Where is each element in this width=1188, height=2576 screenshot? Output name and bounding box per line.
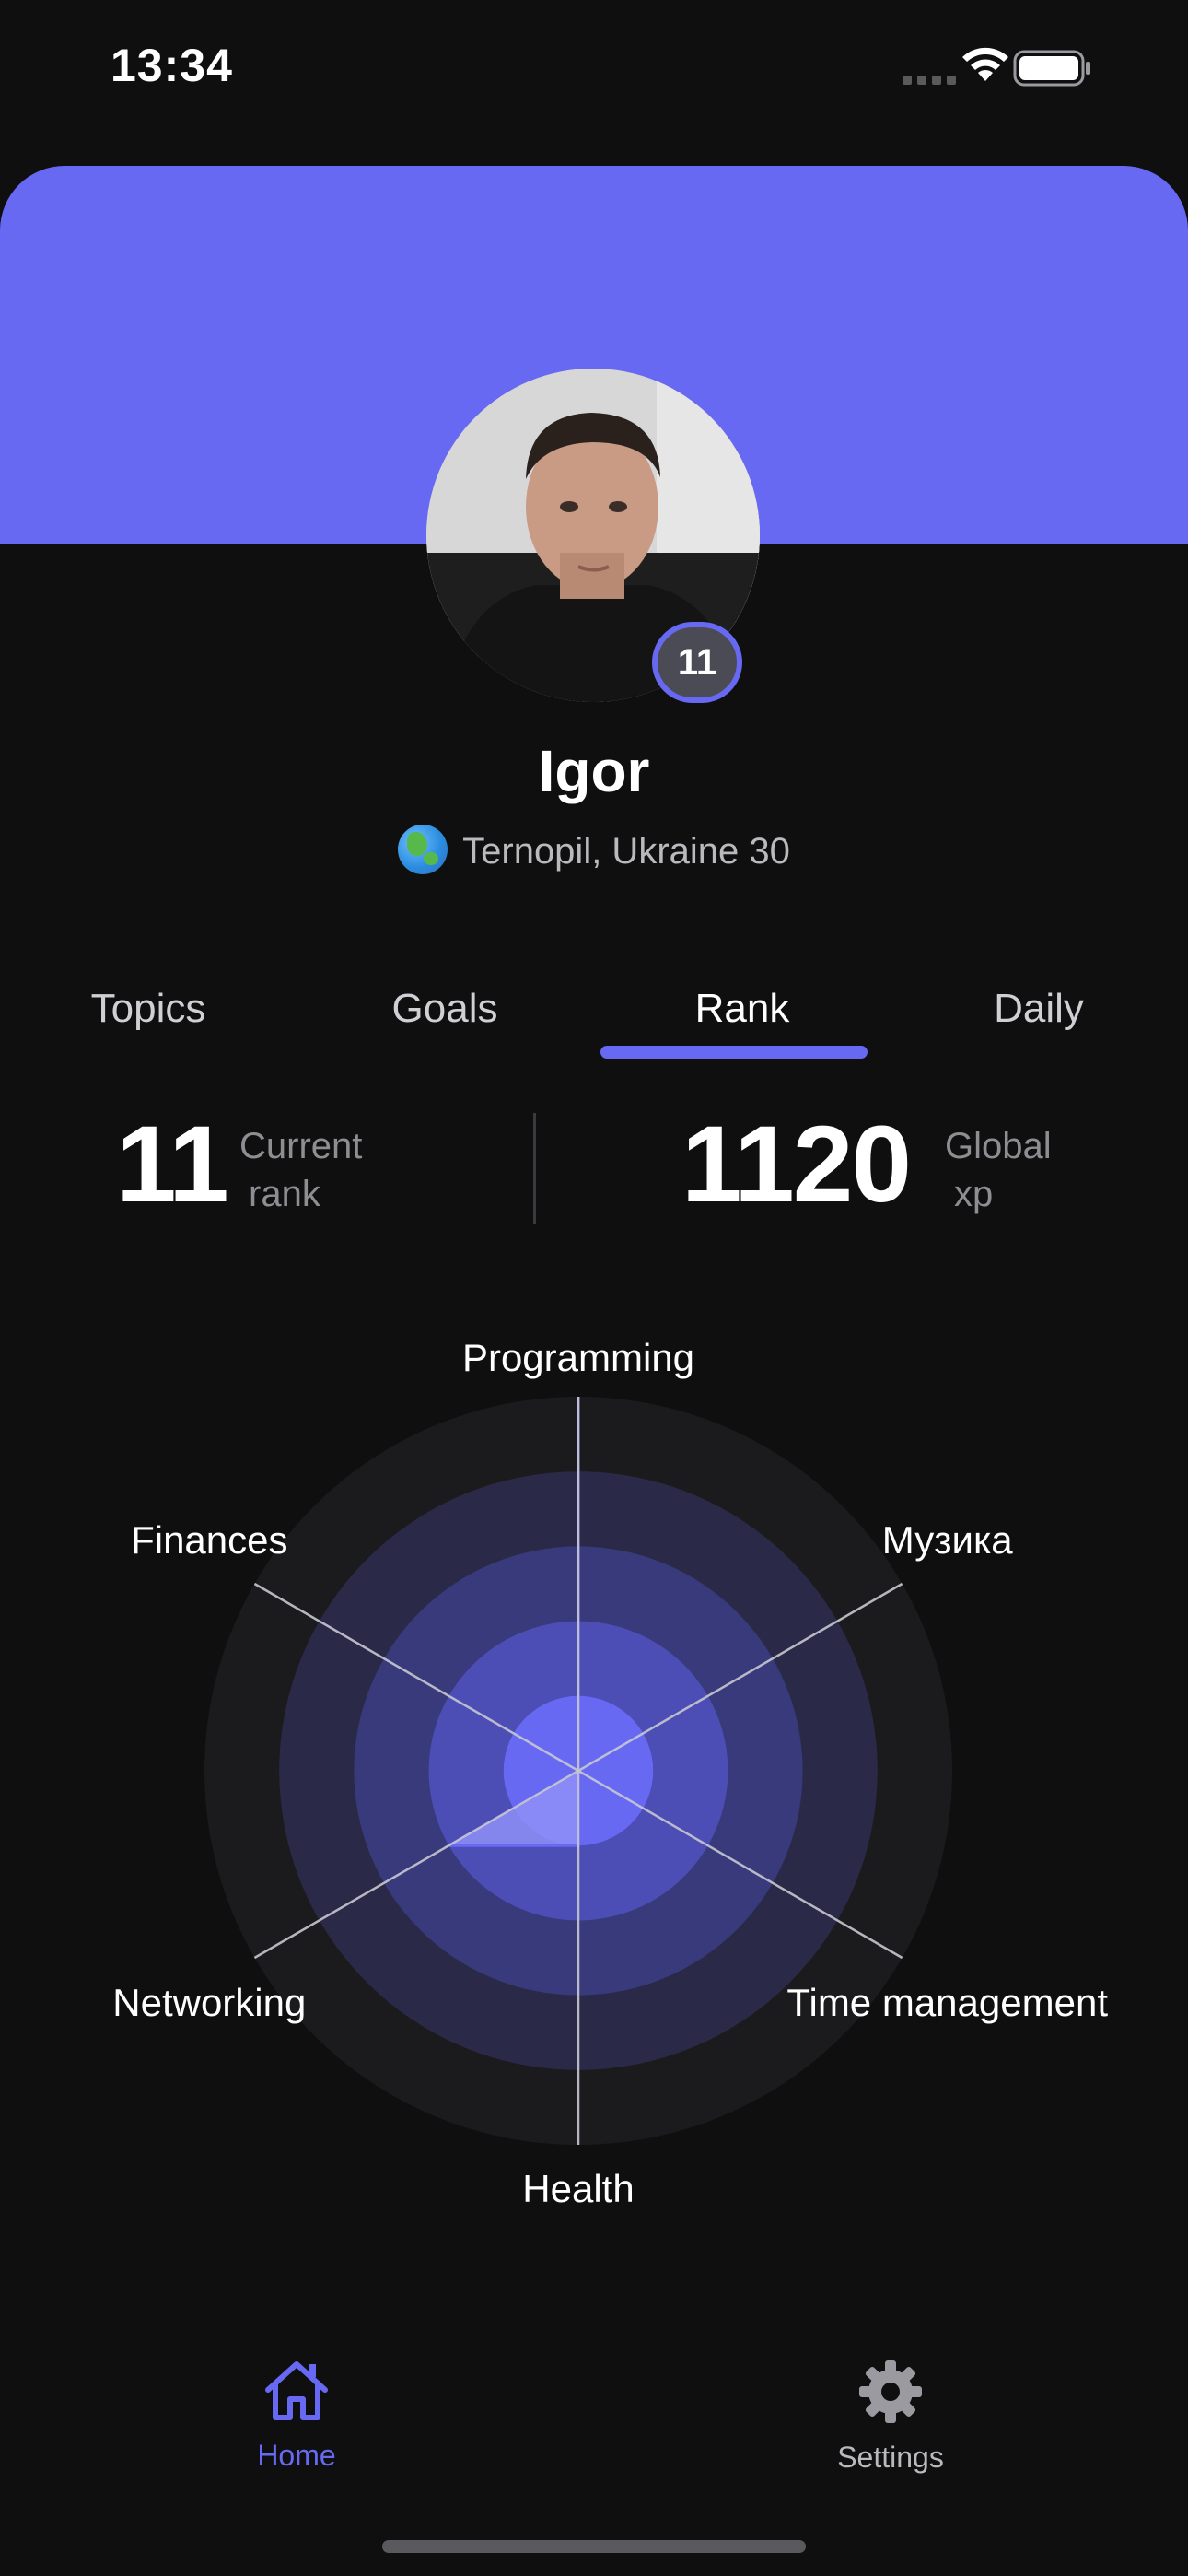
nav-settings[interactable]: Settings bbox=[780, 2359, 1001, 2475]
tab-goals[interactable]: Goals bbox=[392, 986, 498, 1032]
wifi-icon bbox=[962, 47, 1008, 81]
radar-category-label: Programming bbox=[462, 1336, 694, 1379]
nav-home-label: Home bbox=[257, 2439, 336, 2472]
radar-category-label: Time management bbox=[786, 1981, 1108, 2024]
nav-settings-label: Settings bbox=[837, 2441, 944, 2474]
radar-category-label: Networking bbox=[112, 1981, 306, 2024]
nav-home[interactable]: Home bbox=[186, 2359, 407, 2473]
tab-daily[interactable]: Daily bbox=[994, 986, 1084, 1032]
radar-category-label: Finances bbox=[131, 1518, 287, 1562]
battery-icon bbox=[1013, 50, 1090, 87]
status-time: 13:34 bbox=[111, 40, 233, 91]
home-indicator bbox=[382, 2540, 806, 2553]
global-xp-label: Global xp bbox=[945, 1126, 1052, 1214]
skills-radar-chart: Programming Музика Time management Health Ne… bbox=[112, 1336, 1108, 2210]
radar-category-label: Health bbox=[522, 2167, 634, 2210]
stats-divider bbox=[533, 1113, 536, 1224]
cellular-signal-icon bbox=[903, 76, 956, 85]
tab-topics[interactable]: Topics bbox=[91, 986, 206, 1032]
user-name: Igor bbox=[538, 738, 650, 804]
globe-icon bbox=[398, 825, 448, 874]
radar-category-label: Музика bbox=[882, 1518, 1013, 1562]
global-xp-value: 1120 bbox=[681, 1104, 912, 1225]
location-text: Ternopil, Ukraine 30 bbox=[462, 831, 790, 872]
rank-badge: 11 bbox=[652, 622, 742, 703]
gear-icon bbox=[859, 2360, 922, 2423]
current-rank-label: Current rank bbox=[239, 1126, 363, 1214]
user-location: Ternopil, Ukraine 30 bbox=[0, 825, 1188, 874]
tab-active-indicator bbox=[600, 1046, 868, 1059]
current-rank-value: 11 bbox=[116, 1104, 229, 1225]
home-icon bbox=[265, 2361, 328, 2420]
tab-rank[interactable]: Rank bbox=[695, 986, 790, 1032]
